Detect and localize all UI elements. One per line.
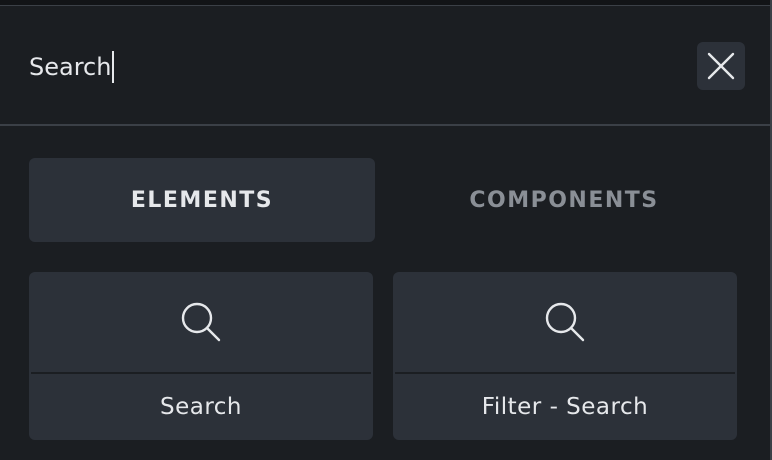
search-icon [545,302,585,342]
widget-panel: Search ELEMENTS COMPONENTS Search Filter… [0,0,772,460]
search-icon [181,302,221,342]
tab-bar: ELEMENTS COMPONENTS [29,158,737,242]
search-bar: Search [0,6,770,126]
tab-components[interactable]: COMPONENTS [391,158,737,242]
tab-elements[interactable]: ELEMENTS [29,158,375,242]
card-icon-area [393,272,737,372]
card-label: Filter - Search [481,394,649,420]
close-icon [707,52,735,80]
close-button[interactable] [697,42,745,90]
element-card-search[interactable]: Search [29,272,373,440]
card-icon-area [29,272,373,372]
element-card-filter-search[interactable]: Filter - Search [393,272,737,440]
text-caret [112,51,115,83]
card-label: Search [159,394,243,420]
search-input-value: Search [29,53,112,81]
search-input[interactable]: Search [29,50,629,84]
